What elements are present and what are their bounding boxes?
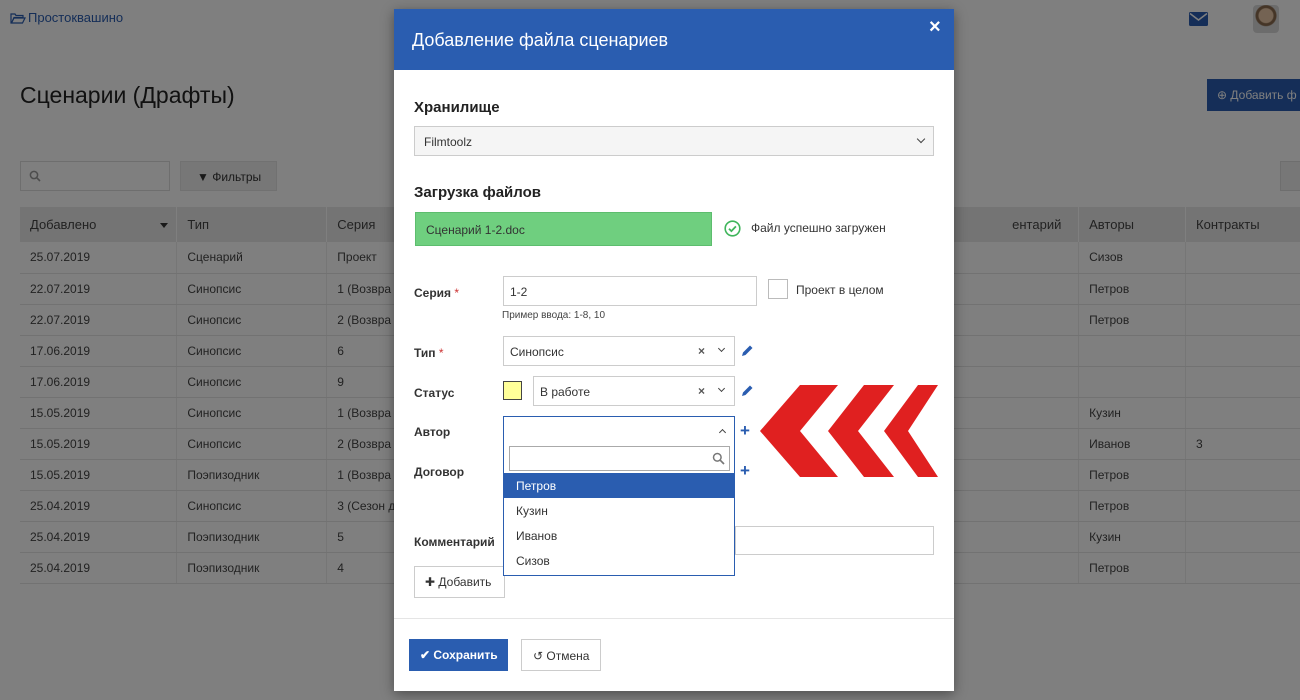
pencil-icon[interactable] [741, 384, 754, 397]
storage-heading: Хранилище [414, 99, 500, 116]
cancel-button[interactable]: ↺ Отмена [521, 639, 601, 671]
clear-icon[interactable]: × [698, 344, 705, 358]
upload-status: Файл успешно загружен [751, 221, 886, 235]
author-option[interactable]: Сизов [504, 548, 734, 573]
series-hint: Пример ввода: 1-8, 10 [502, 310, 606, 321]
comment-label: Комментарий [414, 535, 495, 549]
author-option[interactable]: Кузин [504, 498, 734, 523]
save-button-label: Сохранить [433, 648, 498, 662]
check-circle-icon [724, 220, 741, 237]
add-button-label: Добавить [438, 575, 492, 589]
type-label: Тип * [414, 346, 444, 360]
status-color-swatch[interactable] [503, 381, 522, 400]
series-label: Серия * [414, 286, 460, 300]
pencil-icon[interactable] [741, 344, 754, 357]
author-label: Автор [414, 425, 451, 439]
add-scenario-file-dialog: Добавление файла сценариев × Хранилище F… [394, 9, 954, 691]
chevron-down-icon [717, 384, 726, 393]
cancel-button-label: Отмена [546, 649, 590, 663]
check-icon: ✔ [420, 648, 434, 662]
chevron-up-icon [718, 428, 727, 437]
author-dropdown: Петров Кузин Иванов Сизов [503, 443, 735, 576]
dialog-title: Добавление файла сценариев [412, 30, 669, 50]
close-icon[interactable]: × [929, 17, 941, 37]
plus-icon: ✚ [425, 575, 439, 589]
status-value: В работе [540, 385, 591, 399]
save-button[interactable]: ✔ Сохранить [409, 639, 508, 671]
whole-project-checkbox[interactable] [768, 279, 788, 299]
storage-value: Filmtoolz [424, 135, 473, 149]
annotation-arrow-icon [760, 385, 938, 477]
storage-select[interactable]: Filmtoolz [414, 126, 934, 156]
author-option[interactable]: Петров [504, 473, 734, 498]
author-select[interactable] [503, 416, 735, 444]
type-value: Синопсис [510, 345, 564, 359]
clear-icon[interactable]: × [698, 384, 705, 398]
chevron-down-icon [717, 344, 726, 353]
search-icon [712, 452, 725, 465]
uploaded-file[interactable]: Сценарий 1-2.doc [415, 212, 712, 246]
upload-heading: Загрузка файлов [414, 184, 541, 201]
whole-project-label[interactable]: Проект в целом [796, 283, 884, 297]
status-label: Статус [414, 386, 455, 400]
undo-icon: ↺ [533, 649, 547, 663]
add-author-icon[interactable]: + [740, 421, 750, 441]
contract-label: Договор [414, 465, 465, 479]
chevron-down-icon [916, 134, 926, 144]
add-button[interactable]: ✚ Добавить [414, 566, 505, 598]
series-input[interactable]: 1-2 [503, 276, 757, 306]
status-select[interactable]: В работе × [533, 376, 735, 406]
author-search-input[interactable] [509, 446, 730, 471]
add-contract-icon[interactable]: + [740, 461, 750, 481]
author-option[interactable]: Иванов [504, 523, 734, 548]
dialog-header: Добавление файла сценариев × [394, 9, 954, 70]
dialog-footer-divider [394, 618, 954, 619]
comment-input[interactable] [735, 526, 934, 555]
type-select[interactable]: Синопсис × [503, 336, 735, 366]
